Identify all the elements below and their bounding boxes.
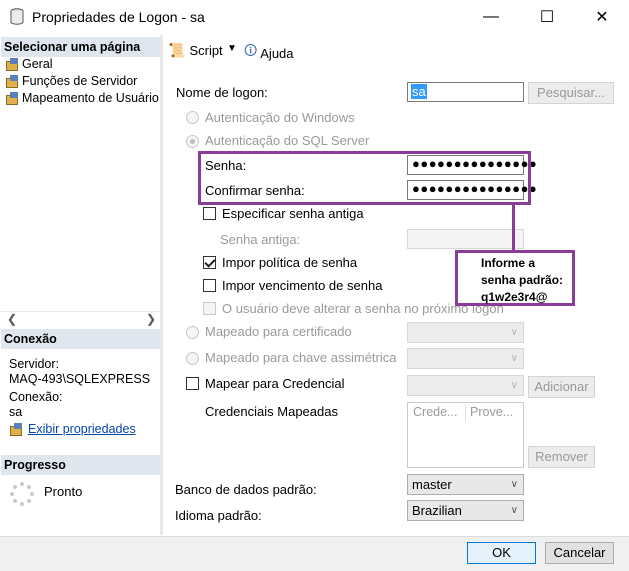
login-name-label: Nome de logon:: [176, 85, 268, 100]
database-icon: [10, 8, 24, 25]
progress-spinner-icon: [10, 482, 34, 506]
enforce-expiration-label: Impor vencimento de senha: [222, 278, 383, 293]
login-name-input[interactable]: sa: [407, 82, 524, 102]
enforce-policy-checkbox[interactable]: [203, 256, 216, 269]
specify-old-password-label: Especificar senha antiga: [222, 206, 364, 221]
mapped-asym-key-label: Mapeado para chave assimétrica: [205, 350, 397, 365]
provider-column-header[interactable]: Prove...: [470, 405, 513, 419]
windows-auth-radio[interactable]: [186, 111, 199, 124]
chevron-down-icon: ∨: [510, 380, 518, 391]
close-button[interactable]: ✕: [579, 0, 625, 34]
map-credential-label: Mapear para Credencial: [205, 376, 345, 391]
certificate-combo[interactable]: ∨: [407, 322, 524, 343]
script-button[interactable]: 📜 Script: [168, 42, 223, 59]
server-value: MAQ-493\SQLEXPRESS: [9, 372, 151, 386]
select-page-header: Selecionar uma página: [1, 37, 160, 57]
mapped-credentials-list[interactable]: Crede... Prove...: [407, 402, 524, 468]
left-pane: Selecionar uma página Geral Funções de S…: [1, 35, 160, 535]
scroll-right-icon[interactable]: ❯: [146, 312, 156, 326]
old-password-label: Senha antiga:: [220, 232, 301, 247]
pane-separator: [160, 35, 163, 535]
default-db-label: Banco de dados padrão:: [175, 482, 317, 497]
ok-button[interactable]: OK: [467, 542, 536, 564]
must-change-checkbox[interactable]: [203, 302, 216, 315]
login-name-value: sa: [411, 84, 427, 99]
remove-button[interactable]: Remover: [528, 446, 595, 468]
chevron-down-icon: ∨: [510, 505, 518, 516]
enforce-expiration-checkbox[interactable]: [203, 279, 216, 292]
maximize-button[interactable]: ☐: [524, 0, 570, 34]
connection-header: Conexão: [1, 329, 160, 349]
page-list-scrollbar[interactable]: ❮ ❯: [1, 311, 160, 329]
title-bar: Propriedades de Logon - sa — ☐ ✕: [0, 0, 629, 34]
page-icon: [5, 58, 19, 71]
credentials-column-header[interactable]: Crede...: [413, 405, 457, 419]
window-title: Propriedades de Logon - sa: [32, 9, 205, 25]
dialog-footer: OK Cancelar: [0, 536, 629, 571]
script-icon: 📜: [168, 42, 186, 58]
page-icon: [5, 75, 19, 88]
mapped-asym-key-radio[interactable]: [186, 352, 199, 365]
default-language-label: Idioma padrão:: [175, 508, 262, 523]
callout-connector: [512, 205, 515, 252]
map-credential-checkbox[interactable]: [186, 377, 199, 390]
default-db-select[interactable]: master ∨: [407, 474, 524, 495]
page-item-server-roles[interactable]: Funções de Servidor: [5, 74, 137, 88]
credential-combo[interactable]: ∨: [407, 375, 524, 396]
page-item-general[interactable]: Geral: [5, 57, 53, 71]
search-button[interactable]: Pesquisar...: [528, 82, 614, 104]
default-language-select[interactable]: Brazilian ∨: [407, 500, 524, 521]
sql-auth-radio[interactable]: [186, 135, 199, 148]
properties-icon: [9, 423, 23, 436]
help-icon: 🛈: [244, 43, 258, 58]
chevron-down-icon: ∨: [510, 353, 518, 364]
annotation-callout: Informe a senha padrão: q1w2e3r4@: [455, 250, 575, 306]
progress-status: Pronto: [44, 484, 83, 499]
page-item-user-mapping[interactable]: Mapeamento de Usuário: [5, 91, 159, 105]
page-icon: [5, 92, 19, 105]
help-button[interactable]: 🛈 Ajuda: [244, 42, 294, 64]
asym-key-combo[interactable]: ∨: [407, 348, 524, 369]
windows-auth-label: Autenticação do Windows: [205, 110, 355, 125]
mapped-certificate-label: Mapeado para certificado: [205, 324, 352, 339]
password-highlight-box: [198, 151, 531, 205]
cancel-button[interactable]: Cancelar: [545, 542, 614, 564]
progress-header: Progresso: [1, 455, 160, 475]
chevron-down-icon: ∨: [510, 327, 518, 338]
view-properties-link[interactable]: Exibir propriedades: [9, 422, 136, 436]
specify-old-password-checkbox[interactable]: [203, 207, 216, 220]
mapped-certificate-radio[interactable]: [186, 326, 199, 339]
sql-auth-label: Autenticação do SQL Server: [205, 133, 370, 148]
chevron-down-icon: ∨: [510, 479, 518, 490]
scroll-left-icon[interactable]: ❮: [7, 312, 17, 326]
script-dropdown-icon[interactable]: ▼: [227, 43, 237, 54]
column-divider: [465, 404, 466, 421]
minimize-button[interactable]: —: [468, 0, 514, 34]
old-password-field[interactable]: [407, 229, 524, 249]
connection-value: sa: [9, 405, 23, 419]
enforce-policy-label: Impor política de senha: [222, 255, 358, 270]
server-label: Servidor:: [9, 357, 60, 371]
mapped-credentials-label: Credenciais Mapeadas: [205, 404, 338, 419]
connection-label: Conexão:: [9, 390, 63, 404]
add-button[interactable]: Adicionar: [528, 376, 595, 398]
